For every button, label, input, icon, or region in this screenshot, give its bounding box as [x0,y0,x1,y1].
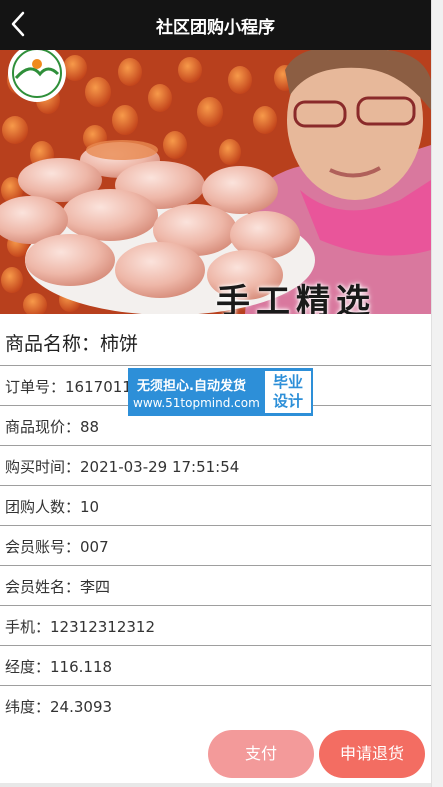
watermark-badge-line2: 设计 [272,392,303,410]
detail-label: 会员账号： [5,538,81,556]
product-name-value: 柿饼 [100,333,139,355]
product-image: 手工精选 [0,50,431,314]
watermark-text: 无须担心.自动发货 www.51topmind.com [129,369,265,415]
detail-value: 李四 [80,578,111,596]
detail-value: 10 [80,498,100,516]
scrollbar[interactable] [431,0,443,787]
detail-row-purchase-time: 购买时间：2021-03-29 17:51:54 [0,446,431,486]
watermark-badge: 毕业 设计 [265,371,311,413]
request-return-button[interactable]: 申请退货 [319,730,425,778]
navbar: 社区团购小程序 [0,0,431,50]
detail-value: 007 [80,538,109,556]
detail-label: 商品现价： [5,418,81,436]
detail-value: 24.3093 [50,698,113,716]
watermark-line1: 无须担心.自动发货 [137,379,246,394]
detail-label: 手机： [5,618,51,636]
detail-label: 纬度： [5,698,51,716]
detail-row-group-size: 团购人数：10 [0,486,431,526]
page-title: 社区团购小程序 [156,18,275,38]
product-name: 商品名称：柿饼 [0,314,431,366]
detail-label: 购买时间： [5,458,81,476]
detail-value: 88 [80,418,100,436]
detail-value: 116.118 [50,658,113,676]
detail-row-longitude: 经度：116.118 [0,646,431,686]
detail-label: 团购人数： [5,498,81,516]
detail-row-member-account: 会员账号：007 [0,526,431,566]
detail-label: 会员姓名： [5,578,81,596]
detail-value: 1617011 [65,378,132,396]
product-name-label: 商品名称： [5,333,101,355]
detail-row-phone: 手机：12312312312 [0,606,431,646]
watermark-overlay: 无须担心.自动发货 www.51topmind.com 毕业 设计 [128,368,313,416]
watermark-badge-line1: 毕业 [272,373,303,391]
detail-value: 12312312312 [50,618,155,636]
detail-label: 经度： [5,658,51,676]
watermark-line2: www.51topmind.com [133,396,260,410]
detail-label: 订单号： [5,378,66,396]
detail-row-latitude: 纬度：24.3093 [0,686,431,726]
detail-row-member-name: 会员姓名：李四 [0,566,431,606]
banner-caption: 手工精选 [216,282,376,314]
bottom-divider [0,783,431,787]
detail-value: 2021-03-29 17:51:54 [80,458,240,476]
pay-button[interactable]: 支付 [208,730,314,778]
